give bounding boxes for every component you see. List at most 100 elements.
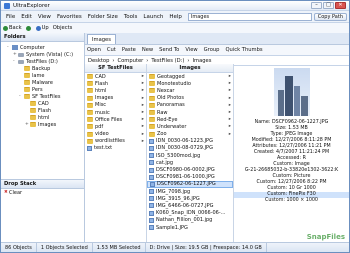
folder-tree[interactable]: - Computer + System (Vista) (C:) - TestFiles … — [1, 42, 84, 148]
minimize-button[interactable]: – — [311, 2, 322, 9]
list-item[interactable]: Nexcar ▸ — [147, 87, 233, 94]
list-item[interactable]: IMG_3915_96.JPG — [147, 195, 233, 202]
list-item[interactable]: Misc ▸ — [85, 102, 146, 109]
copy-path-button[interactable]: Copy Path — [313, 12, 347, 21]
tree-node-label: Pers — [32, 86, 43, 93]
new-button[interactable]: New — [142, 47, 153, 53]
expand-icon[interactable]: + — [25, 122, 29, 127]
list-item[interactable]: Images ▸ — [85, 95, 146, 102]
list-item-label: Flash — [95, 80, 109, 87]
tree-node[interactable]: - SF TestFiles — [1, 93, 84, 100]
list-item[interactable]: IDN_0030-06-1223.JPG — [147, 138, 233, 145]
tab-images[interactable]: Images — [87, 34, 116, 44]
list-item[interactable]: CAD ▸ — [85, 73, 146, 80]
menu-tools[interactable]: Tools — [121, 14, 141, 20]
breadcrumb-computer[interactable]: Computer — [117, 58, 143, 64]
tree-node[interactable]: Pers — [1, 86, 84, 93]
title-bar: UltraExplorer – □ ✕ — [1, 1, 349, 11]
list-item[interactable]: Underwater ▸ — [147, 123, 233, 130]
list-item[interactable]: pdf ▸ — [85, 123, 146, 130]
close-button[interactable]: ✕ — [335, 2, 346, 9]
objects-button[interactable]: Objects — [53, 25, 73, 31]
list-item[interactable]: IDN_0030-08-0729.JPG — [147, 145, 233, 152]
list-item[interactable]: Panoramas ▸ — [147, 102, 233, 109]
list-item[interactable]: Sample1.JPG — [147, 224, 233, 231]
tree-node[interactable]: - Computer — [1, 44, 84, 51]
up-button[interactable]: Up — [35, 25, 49, 31]
breadcrumb-testfiles[interactable]: TestFiles (D:) — [151, 58, 184, 64]
list-item[interactable]: Red-Eye ▸ — [147, 116, 233, 123]
view-button[interactable]: View — [185, 47, 197, 53]
expand-icon[interactable]: - — [7, 45, 11, 50]
tree-node[interactable]: Malware — [1, 79, 84, 86]
file-icon — [149, 196, 154, 202]
tree-node-label: Backup — [32, 65, 51, 72]
context-toolbar: Open Cut Paste New Send To View Group Qu… — [85, 45, 349, 56]
list-item[interactable]: cat.jpg — [147, 159, 233, 166]
clear-button[interactable]: ✖ Clear — [1, 189, 84, 196]
list-item[interactable]: DSCF0980-06-0002.JPG — [147, 166, 233, 173]
list-item[interactable]: Zoo ▸ — [147, 131, 233, 138]
forward-button[interactable] — [25, 25, 32, 31]
send-to-button[interactable]: Send To — [159, 47, 179, 53]
tree-node[interactable]: lame — [1, 72, 84, 79]
list-item[interactable]: Monotestudio ▸ — [147, 80, 233, 87]
tree-node[interactable]: + System (Vista) (C:) — [1, 51, 84, 58]
tree-node[interactable]: + Images — [1, 121, 84, 128]
list-item-label: Office Files — [95, 116, 123, 123]
chevron-right-icon: ▸ — [141, 102, 144, 108]
maximize-button[interactable]: □ — [323, 2, 334, 9]
list-item[interactable]: Flash ▸ — [85, 80, 146, 87]
cut-button[interactable]: Cut — [107, 47, 116, 53]
menu-help[interactable]: Help — [166, 14, 185, 20]
folder-icon — [149, 88, 155, 94]
menu-launch[interactable]: Launch — [140, 14, 166, 20]
list-item[interactable]: video ▸ — [85, 131, 146, 138]
tree-node-label: Images — [38, 121, 57, 128]
chevron-right-icon: ▸ — [141, 110, 144, 116]
list-item[interactable]: html ▸ — [85, 87, 146, 94]
list-item[interactable]: test.txt — [85, 145, 146, 152]
tree-node[interactable]: Backup — [1, 65, 84, 72]
list-item[interactable]: wordlistfiles ▸ — [85, 138, 146, 145]
group-button[interactable]: Group — [204, 47, 220, 53]
list-item[interactable]: IMG_7098.jpg — [147, 188, 233, 195]
list-item-label: Raw — [157, 109, 168, 116]
paste-button[interactable]: Paste — [122, 47, 136, 53]
list-item-label: Old Photos — [157, 95, 184, 102]
tree-node-label: html — [38, 114, 50, 121]
expand-icon[interactable]: + — [13, 52, 17, 57]
quick-thumbs-button[interactable]: Quick Thumbs — [225, 47, 262, 53]
list-item[interactable]: Nathan_Fillion_001.jpg — [147, 217, 233, 224]
breadcrumb-desktop[interactable]: Desktop — [88, 58, 109, 64]
list-item-label: cat.jpg — [156, 159, 174, 166]
menu-folder-size[interactable]: Folder Size — [85, 14, 121, 20]
chevron-right-icon: ▸ — [141, 124, 144, 130]
list-item[interactable]: Geotagged ▸ — [147, 73, 233, 80]
list-item[interactable]: IMG_6466-06-0727.JPG — [147, 202, 233, 209]
menu-favorites[interactable]: Favorites — [54, 14, 85, 20]
expand-icon[interactable]: - — [19, 94, 23, 99]
breadcrumb-images[interactable]: Images — [192, 58, 211, 64]
list-item[interactable]: DSCF0981-06-1000.JPG — [147, 174, 233, 181]
list-item[interactable]: DSCF0962-06-1227.JPG — [147, 180, 233, 188]
list-item[interactable]: Raw ▸ — [147, 109, 233, 116]
file-icon — [149, 225, 154, 231]
list-item[interactable]: K060_Snap_IDN_0066-06-... — [147, 210, 233, 217]
path-field[interactable]: Images — [187, 12, 312, 21]
menu-file[interactable]: File — [3, 14, 18, 20]
list-item[interactable]: Office Files ▸ — [85, 116, 146, 123]
tree-node[interactable]: CAD — [1, 100, 84, 107]
folder-icon — [24, 73, 30, 78]
tree-node[interactable]: html — [1, 114, 84, 121]
tree-node[interactable]: - TestFiles (D:) — [1, 58, 84, 65]
expand-icon[interactable]: - — [13, 59, 17, 64]
tree-node[interactable]: Flash — [1, 107, 84, 114]
open-button[interactable]: Open — [87, 47, 101, 53]
menu-view[interactable]: View — [35, 14, 54, 20]
list-item[interactable]: music ▸ — [85, 109, 146, 116]
back-button[interactable]: Back — [3, 25, 22, 31]
menu-edit[interactable]: Edit — [18, 14, 35, 20]
list-item[interactable]: Old Photos ▸ — [147, 95, 233, 102]
list-item[interactable]: ISO_5300mod.jpg — [147, 152, 233, 159]
